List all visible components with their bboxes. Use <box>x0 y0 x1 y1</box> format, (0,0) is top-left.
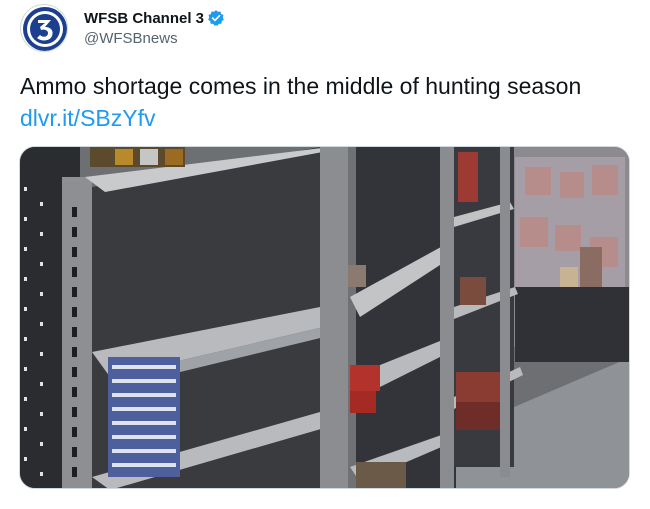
avatar[interactable] <box>20 4 68 52</box>
channel-3-logo-icon <box>23 7 67 51</box>
handle[interactable]: @WFSBnews <box>84 30 225 47</box>
store-shelves-photo <box>20 147 629 488</box>
author-block: WFSB Channel 3 @WFSBnews <box>84 8 225 47</box>
verified-badge-icon <box>207 9 225 27</box>
tweet-text-block: Ammo shortage comes in the middle of hun… <box>20 70 581 134</box>
tweet-link[interactable]: dlvr.it/SBzYfv <box>20 102 581 134</box>
display-name[interactable]: WFSB Channel 3 <box>84 10 204 27</box>
tweet-text: Ammo shortage comes in the middle of hun… <box>20 73 582 99</box>
tweet: WFSB Channel 3 @WFSBnews Ammo shortage c… <box>0 0 650 509</box>
tweet-media-photo[interactable] <box>19 146 630 489</box>
name-row: WFSB Channel 3 <box>84 8 225 28</box>
